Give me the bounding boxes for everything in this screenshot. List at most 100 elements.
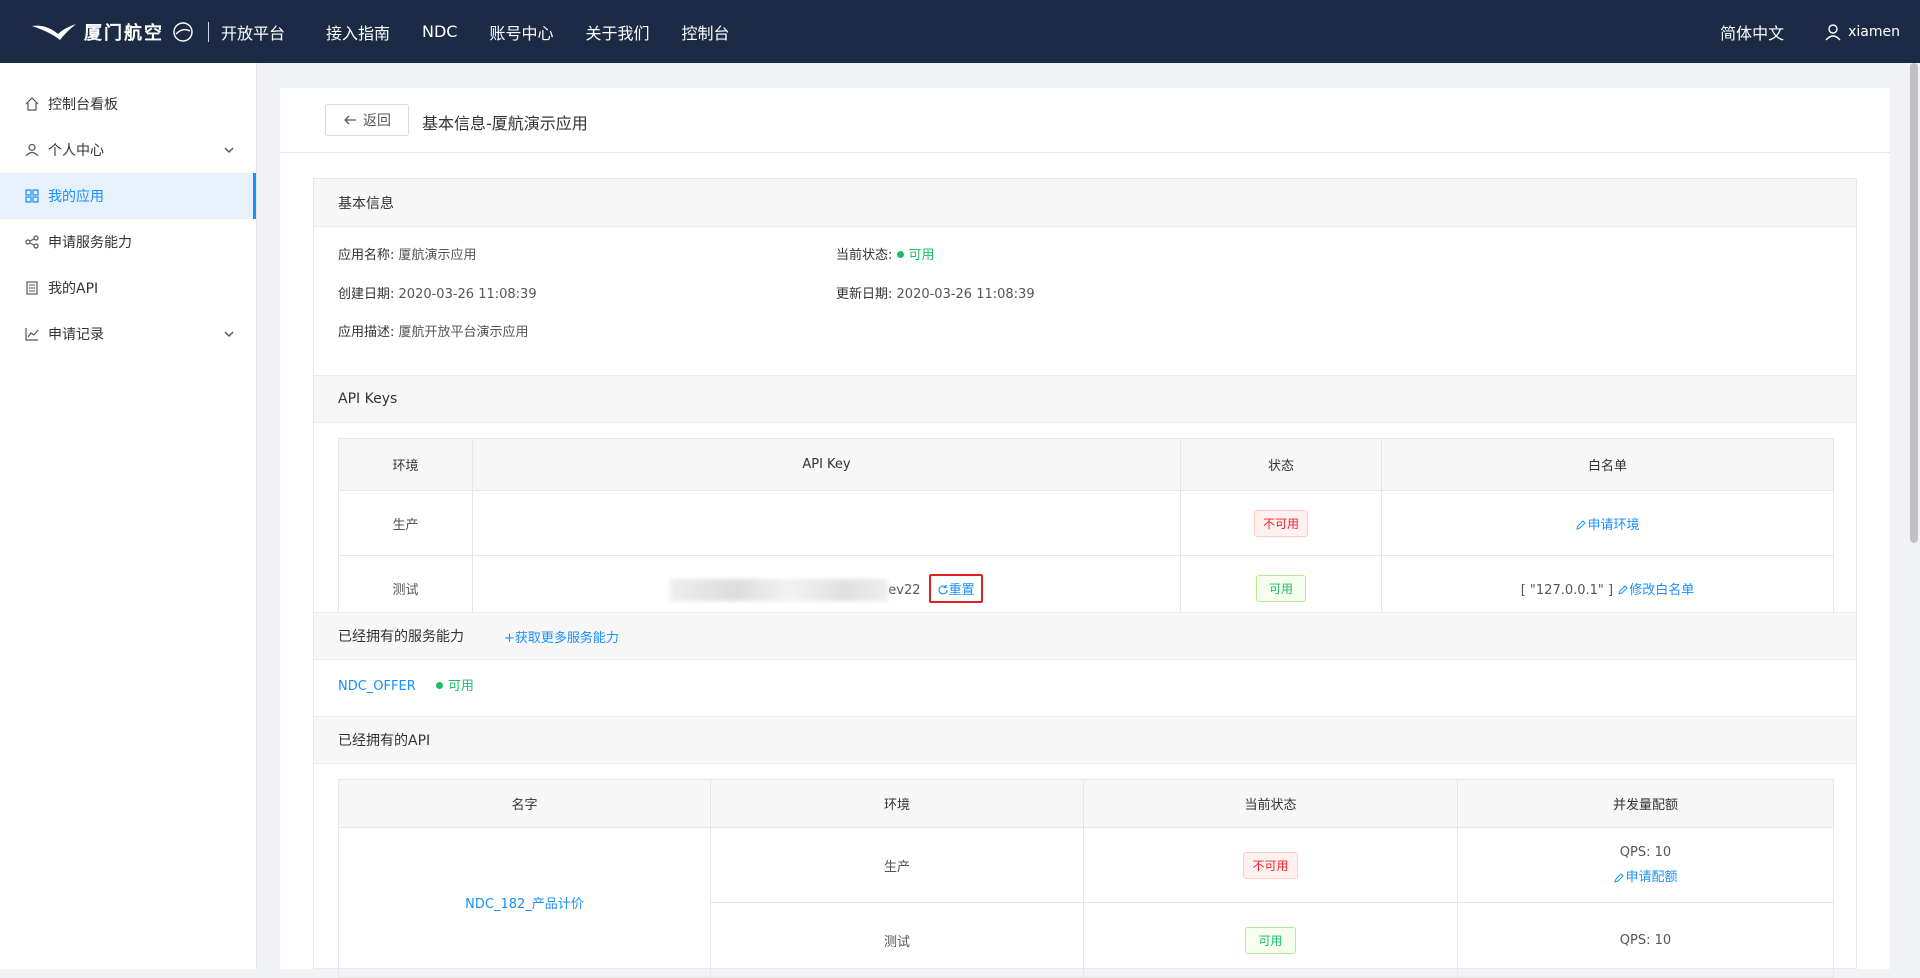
refresh-icon: [938, 585, 948, 595]
sidebar-item-my-api[interactable]: 我的API: [0, 265, 256, 311]
nav-ndc[interactable]: NDC: [422, 22, 457, 41]
sidebar-item-label: 我的API: [48, 281, 99, 297]
section-api-keys: API Keys: [314, 375, 1856, 423]
api-key-cell: ev22 重置: [472, 555, 1181, 621]
username: xiamen: [1848, 23, 1900, 40]
apply-quota-label: 申请配额: [1625, 870, 1678, 885]
page-title: 基本信息-厦航演示应用: [422, 114, 588, 133]
apis-table: 名字 环境 当前状态 并发量配额 NDC_182_产品计价 生产 不可用 QPS…: [338, 779, 1834, 978]
sidebar-item-label: 申请记录: [48, 327, 104, 343]
sidebar: 控制台看板 个人中心 我的应用 申请服务能力 我的API 申请记录: [0, 63, 256, 969]
api-name-link[interactable]: NDC_182_产品计价: [465, 897, 584, 912]
back-label: 返回: [363, 113, 391, 129]
language-switch[interactable]: 简体中文: [1720, 20, 1784, 44]
sidebar-item-my-apps[interactable]: 我的应用: [0, 173, 256, 219]
page-header: 返回 基本信息-厦航演示应用: [280, 88, 1890, 153]
get-more-services-link[interactable]: +获取更多服务能力: [504, 627, 619, 646]
chevron-down-icon: [224, 147, 234, 153]
quota-cell: QPS: 10: [1457, 902, 1834, 978]
main-content: 返回 基本信息-厦航演示应用 基本信息 应用名称: 厦航演示应用 当前状态: 可…: [280, 88, 1890, 978]
whitelist-cell: 申请环境: [1381, 490, 1834, 556]
sidebar-item-label: 控制台看板: [48, 97, 118, 113]
app-name-value: 厦航演示应用: [398, 248, 477, 263]
edit-icon: [1618, 585, 1628, 595]
status-badge: 不可用: [1253, 509, 1308, 537]
created-value: 2020-03-26 11:08:39: [398, 287, 537, 302]
chevron-down-icon: [224, 331, 234, 337]
env-cell: 测试: [710, 902, 1084, 978]
status-value: 可用: [908, 248, 935, 263]
column-header: 状态: [1180, 438, 1382, 491]
reset-key-button[interactable]: 重置: [928, 573, 983, 603]
services-heading: 已经拥有的服务能力: [338, 629, 464, 645]
status-label: 当前状态:: [836, 248, 893, 263]
updated-value: 2020-03-26 11:08:39: [896, 287, 1035, 302]
back-button[interactable]: 返回: [325, 104, 409, 136]
reset-label: 重置: [948, 582, 975, 598]
section-basic-info: 基本信息: [314, 179, 1856, 227]
status-badge: 不可用: [1243, 851, 1298, 879]
section-services: 已经拥有的服务能力 +获取更多服务能力: [314, 612, 1856, 660]
apply-quota-link[interactable]: 申请配额: [1458, 866, 1833, 885]
status-dot-icon: [435, 682, 443, 689]
sidebar-item-label: 我的应用: [48, 189, 104, 205]
app-name-label: 应用名称:: [338, 248, 395, 263]
table-row: 测试 ev22 重置 可用 [ "127.0.0.1" ] 修改白名单: [338, 555, 1834, 621]
sidebar-item-dashboard[interactable]: 控制台看板: [0, 81, 256, 127]
platform-name: 开放平台: [221, 24, 286, 43]
table-row: 生产 不可用 申请环境: [338, 490, 1834, 556]
status-dot-icon: [896, 251, 904, 258]
masked-api-key: [670, 579, 889, 601]
user-icon: [24, 142, 40, 158]
service-status: 可用: [447, 679, 474, 694]
env-cell: 生产: [338, 490, 473, 556]
quota-cell: QPS: 10 申请配额: [1457, 827, 1834, 903]
status-cell: 可用: [1180, 555, 1382, 621]
nav-console[interactable]: 控制台: [682, 20, 730, 44]
column-header: 环境: [338, 438, 473, 491]
qps-value: QPS: 10: [1619, 932, 1672, 948]
status-cell: 可用: [1083, 902, 1458, 978]
sidebar-item-personal[interactable]: 个人中心: [0, 127, 256, 173]
api-key-suffix: ev22: [888, 582, 921, 598]
desc-value: 厦航开放平台演示应用: [398, 325, 529, 340]
sidebar-item-label: 申请服务能力: [48, 235, 132, 251]
api-key-cell: [472, 490, 1181, 556]
get-more-services-label: 获取更多服务能力: [514, 630, 619, 646]
user-icon: [1825, 23, 1841, 40]
sidebar-item-label: 个人中心: [48, 143, 104, 159]
service-name-link[interactable]: NDC_OFFER: [338, 679, 416, 694]
updated-label: 更新日期:: [836, 287, 893, 302]
edit-whitelist-label: 修改白名单: [1629, 582, 1695, 598]
logo-text: 厦门航空: [84, 23, 164, 44]
status-row: 当前状态: 可用: [836, 244, 935, 263]
column-header: 名字: [338, 779, 711, 828]
airline-logo-icon: [32, 24, 76, 40]
app-detail-panel: 基本信息 应用名称: 厦航演示应用 当前状态: 可用 创建日期: 2020-03…: [313, 178, 1857, 978]
column-header: 并发量配额: [1457, 779, 1834, 828]
desc-row: 应用描述: 厦航开放平台演示应用: [338, 321, 529, 340]
apply-env-link[interactable]: 申请环境: [1575, 518, 1640, 533]
edit-icon: [1614, 872, 1625, 883]
page-scrollbar[interactable]: [1910, 63, 1918, 543]
user-menu[interactable]: xiamen: [1824, 23, 1900, 41]
sidebar-item-apply-service[interactable]: 申请服务能力: [0, 219, 256, 265]
nav-about[interactable]: 关于我们: [586, 20, 650, 44]
created-row: 创建日期: 2020-03-26 11:08:39: [338, 283, 537, 302]
nav-account[interactable]: 账号中心: [489, 20, 553, 44]
home-icon: [24, 96, 40, 112]
nav-guide[interactable]: 接入指南: [326, 20, 390, 44]
service-item: NDC_OFFER 可用: [338, 675, 474, 694]
chart-icon: [24, 326, 40, 342]
edit-icon: [1576, 520, 1587, 530]
edit-whitelist-link[interactable]: 修改白名单: [1617, 583, 1694, 598]
main-nav: 接入指南 NDC 账号中心 关于我们 控制台: [326, 0, 762, 63]
status-cell: 不可用: [1180, 490, 1382, 556]
logo-divider: [208, 22, 209, 42]
whitelist-cell: [ "127.0.0.1" ] 修改白名单: [1381, 555, 1834, 621]
sidebar-item-records[interactable]: 申请记录: [0, 311, 256, 357]
column-header: 当前状态: [1083, 779, 1458, 828]
brand-logo[interactable]: 厦门航空 开放平台: [30, 16, 285, 48]
logo-emblem-icon: [173, 22, 193, 42]
header-actions: 简体中文 xiamen: [1720, 0, 1900, 63]
